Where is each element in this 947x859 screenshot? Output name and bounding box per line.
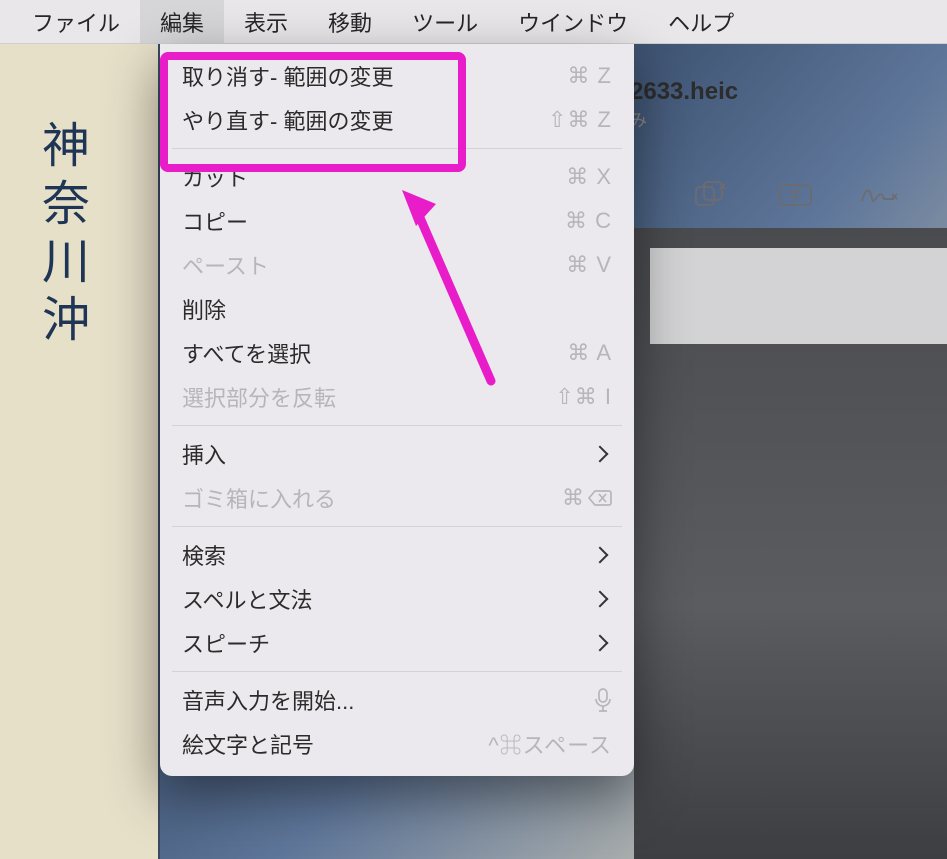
menu-shortcut: ⇧⌘ I [555,384,612,410]
menu-shortcut: ⌘ V [566,252,612,278]
menu-item-label: ペースト [182,249,269,281]
menu-item: ペースト ⌘ V [160,243,634,287]
overlap-squares-icon[interactable] [690,175,730,215]
menu-shortcut: ⌘ Z [567,63,612,89]
menu-item-label: スペルと文法 [182,583,312,615]
menu-shortcut: ⌘ C [565,208,612,234]
menu-item[interactable]: 絵文字と記号 ^⌘スペース [160,722,634,766]
menu-item-label: 挿入 [182,438,226,470]
menu-item: ゴミ箱に入れる ⌘ [160,476,634,520]
menu-item[interactable]: コピー ⌘ C [160,199,634,243]
menu-item: 選択部分を反転 ⇧⌘ I [160,375,634,419]
menu-item[interactable]: 音声入力を開始... [160,678,634,722]
menu-item-label: ゴミ箱に入れる [182,482,336,514]
menubar-item-tools[interactable]: ツール [392,0,498,43]
menu-separator [172,526,622,527]
menu-item[interactable]: カット ⌘ X [160,155,634,199]
chevron-right-icon [592,547,609,564]
menubar-item-help[interactable]: ヘルプ [648,0,754,43]
menu-item-label: すべてを選択 [182,337,311,369]
menu-shortcut: ⌘ A [567,340,612,366]
menu-item[interactable]: スピーチ [160,621,634,665]
menubar-item-edit[interactable]: 編集 [140,0,224,43]
menu-item-label: 削除 [182,293,226,325]
menu-separator [172,671,622,672]
menu-item-label: 取り消す- 範囲の変更 [182,60,393,92]
menubar-item-go[interactable]: 移動 [308,0,392,43]
menu-item-label: 絵文字と記号 [182,728,314,760]
menu-item[interactable]: すべてを選択 ⌘ A [160,331,634,375]
menu-separator [172,148,622,149]
menu-item-label: カット [182,161,248,193]
svg-text:字: 字 [788,188,802,204]
preview-toolbar: 字 [690,170,900,220]
chevron-right-icon [592,591,609,608]
menu-shortcut: ⌘ X [566,164,612,190]
menubar-item-window[interactable]: ウインドウ [498,0,648,43]
edit-menu: 取り消す- 範囲の変更 ⌘ Z やり直す- 範囲の変更 ⇧⌘ Z カット ⌘ X コピー ⌘ … [160,44,634,776]
menubar-item-view[interactable]: 表示 [224,0,308,43]
menu-item[interactable]: 取り消す- 範囲の変更 ⌘ Z [160,54,634,98]
chevron-right-icon [592,635,609,652]
menu-item[interactable]: 削除 [160,287,634,331]
wallpaper-vertical-text: 神奈川沖 [25,120,95,352]
menu-shortcut: ^⌘スペース [488,728,612,760]
preview-image-white-region [650,248,947,344]
menu-shortcut: ⇧⌘ Z [548,107,612,133]
menubar-item-file[interactable]: ファイル [12,0,140,43]
menu-item-label: 選択部分を反転 [182,381,336,413]
signature-icon[interactable] [860,175,900,215]
menu-item-label: やり直す- 範囲の変更 [182,104,393,136]
menu-shortcut: ⌘ [562,485,612,511]
menu-item-label: スピーチ [182,627,270,659]
chevron-right-icon [592,446,609,463]
menu-item[interactable]: 挿入 [160,432,634,476]
menu-item-label: 音声入力を開始... [182,684,354,716]
text-field-icon[interactable]: 字 [775,175,815,215]
menu-item-label: コピー [182,205,248,237]
menu-item[interactable]: やり直す- 範囲の変更 ⇧⌘ Z [160,98,634,142]
menu-shortcut [594,688,612,712]
menu-item[interactable]: スペルと文法 [160,577,634,621]
menu-item[interactable]: 検索 [160,533,634,577]
menubar: ファイル 編集 表示 移動 ツール ウインドウ ヘルプ [0,0,947,44]
menu-item-label: 検索 [182,539,226,571]
menu-separator [172,425,622,426]
